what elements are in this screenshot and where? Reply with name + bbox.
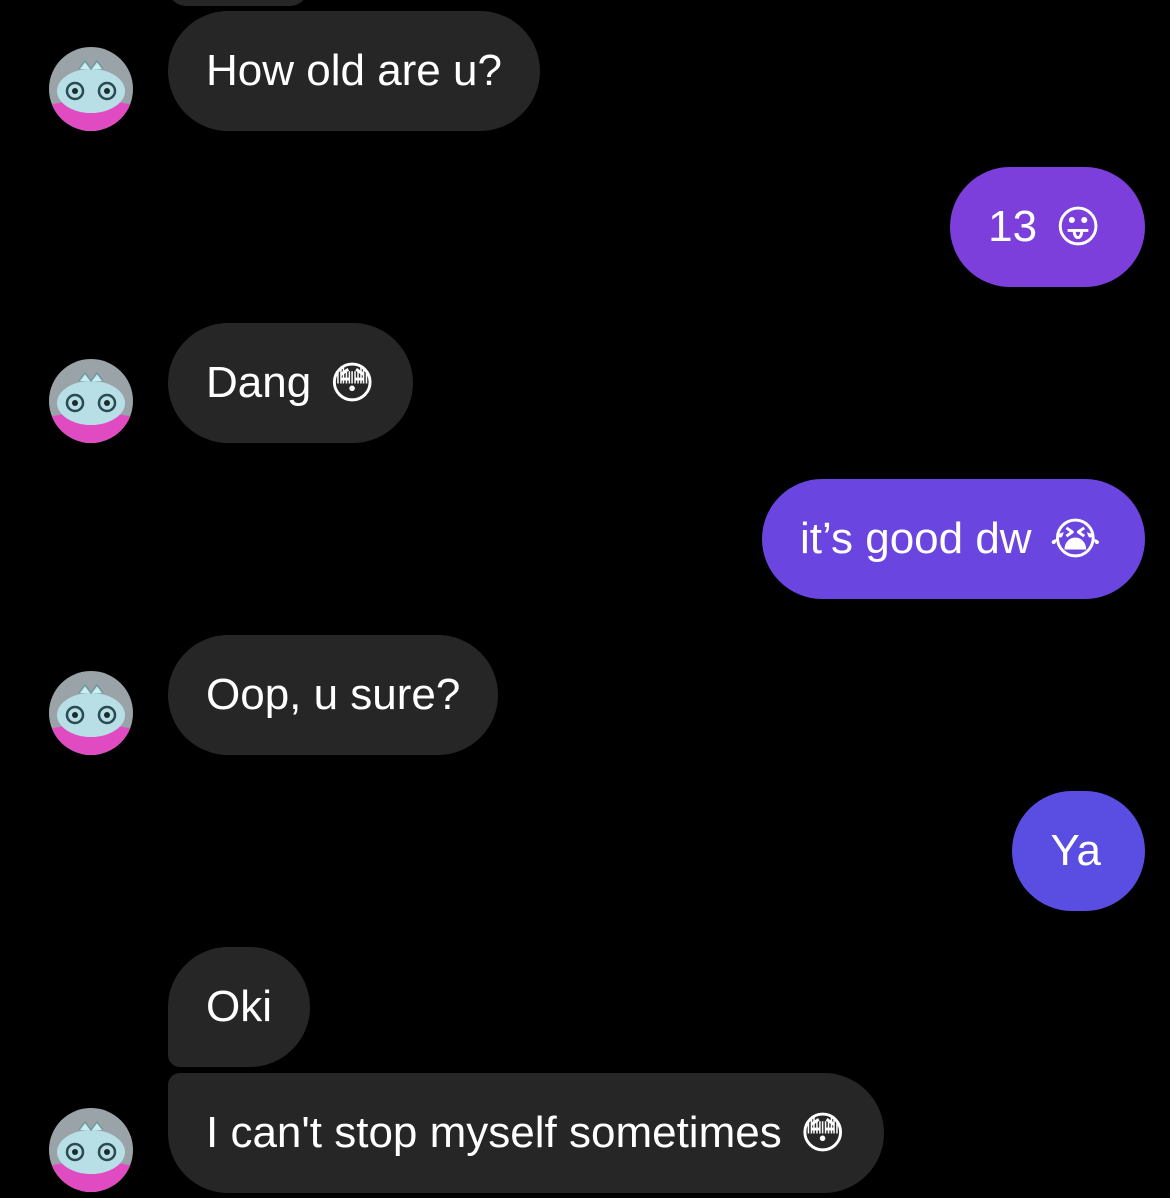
incoming-message-bubble[interactable]: Dang 😳 — [168, 323, 414, 443]
outgoing-message-bubble[interactable]: it’s good dw 😭 — [762, 479, 1145, 599]
message-text: I can't stop myself sometimes — [206, 1108, 782, 1157]
sender-avatar-icon[interactable] — [49, 1108, 133, 1192]
incoming-message-bubble[interactable]: I can't stop myself sometimes 😳 — [168, 1073, 884, 1193]
sender-avatar-icon[interactable] — [49, 671, 133, 755]
message-thread: How old are u? 13 😛 Dang 😳 it’s good dw … — [0, 0, 1170, 1198]
message-text: 13 — [988, 202, 1038, 251]
flushed-face-emoji-icon: 😳 — [799, 1108, 846, 1158]
message-text: How old are u? — [206, 46, 502, 95]
incoming-message-bubble[interactable]: How old are u? — [168, 11, 540, 131]
loudly-crying-emoji-icon: 😭 — [1049, 514, 1101, 564]
incoming-message-bubble[interactable]: Oop, u sure? — [168, 635, 499, 755]
outgoing-message-bubble[interactable]: 13 😛 — [950, 167, 1145, 287]
outgoing-message-bubble[interactable]: Ya — [1012, 791, 1145, 911]
sender-avatar-icon[interactable] — [49, 47, 133, 131]
tongue-out-emoji-icon: 😛 — [1055, 202, 1101, 252]
message-text: it’s good dw — [800, 514, 1032, 563]
message-text: Oop, u sure? — [206, 670, 461, 719]
previous-message-bubble[interactable] — [168, 0, 308, 6]
message-text: Oki — [206, 982, 272, 1031]
sender-avatar-icon[interactable] — [49, 359, 133, 443]
message-text: Dang — [206, 358, 312, 407]
message-text: Ya — [1050, 826, 1101, 875]
incoming-message-bubble[interactable]: Oki — [168, 947, 310, 1067]
flushed-face-emoji-icon: 😳 — [329, 358, 376, 408]
